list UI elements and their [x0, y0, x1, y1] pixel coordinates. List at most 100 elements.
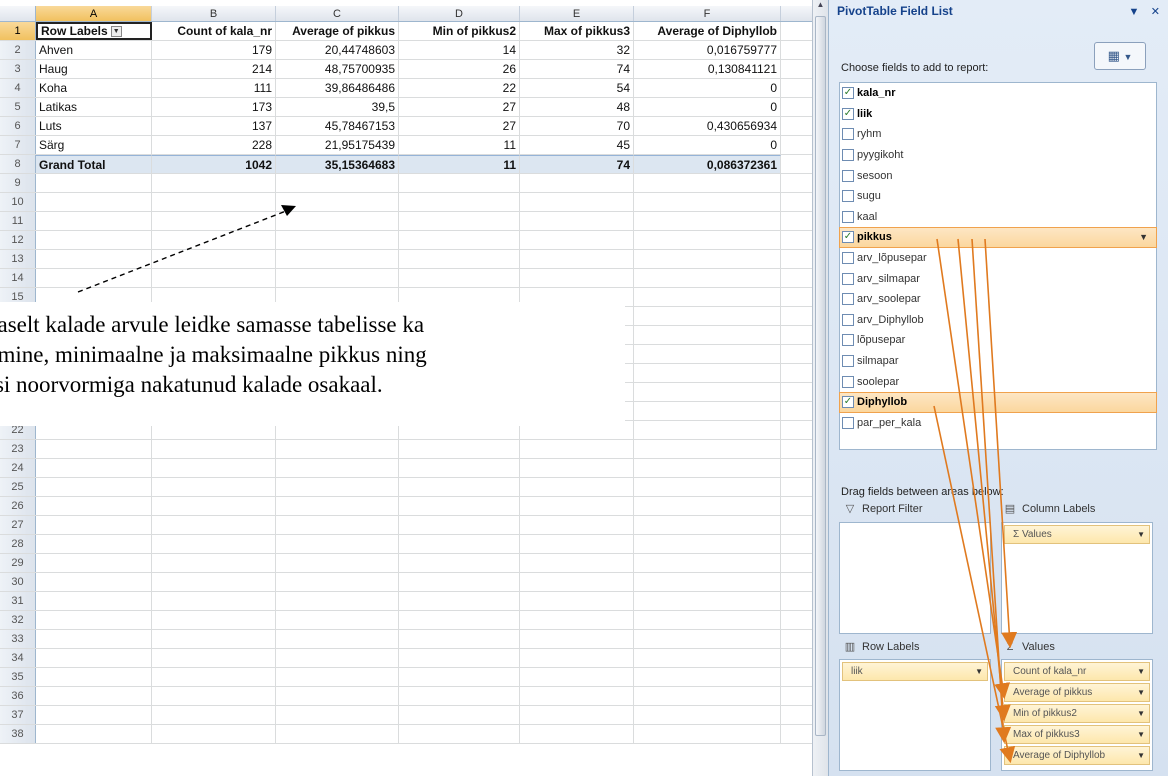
- empty-cell[interactable]: [520, 440, 634, 458]
- column-labels-zone[interactable]: Σ Values ▼: [1001, 522, 1153, 634]
- empty-cell[interactable]: [634, 383, 781, 401]
- empty-cell[interactable]: [520, 725, 634, 743]
- checkbox-icon[interactable]: [842, 416, 854, 429]
- sheet-vertical-scrollbar[interactable]: ▲: [812, 0, 828, 776]
- empty-cell[interactable]: [399, 440, 520, 458]
- value-field-pill[interactable]: Count of kala_nr ▼: [1004, 662, 1150, 681]
- table-cell[interactable]: 173: [152, 98, 276, 116]
- total-cell[interactable]: 0,086372361: [634, 155, 781, 173]
- scroll-up-arrow-icon[interactable]: ▲: [813, 0, 828, 14]
- empty-cell[interactable]: [276, 497, 399, 515]
- empty-cell[interactable]: [276, 630, 399, 648]
- table-cell[interactable]: Haug: [36, 60, 152, 78]
- empty-cell[interactable]: [399, 611, 520, 629]
- checkbox-icon[interactable]: [842, 375, 854, 388]
- row-number[interactable]: 26: [0, 497, 36, 515]
- empty-cell[interactable]: [634, 592, 781, 610]
- empty-cell[interactable]: [399, 573, 520, 591]
- empty-cell[interactable]: [36, 687, 152, 705]
- empty-cell[interactable]: [634, 554, 781, 572]
- total-cell[interactable]: Grand Total: [36, 155, 152, 173]
- empty-cell[interactable]: [634, 573, 781, 591]
- checkbox-icon[interactable]: [842, 210, 854, 223]
- column-header-b[interactable]: B: [152, 6, 276, 21]
- empty-cell[interactable]: [399, 554, 520, 572]
- table-cell[interactable]: Ahven: [36, 41, 152, 59]
- empty-cell[interactable]: [152, 649, 276, 667]
- empty-cell[interactable]: [399, 478, 520, 496]
- table-cell[interactable]: 45,78467153: [276, 117, 399, 135]
- row-number[interactable]: 11: [0, 212, 36, 230]
- empty-cell[interactable]: [152, 706, 276, 724]
- chevron-down-icon[interactable]: ▼: [975, 663, 983, 680]
- empty-cell[interactable]: [634, 516, 781, 534]
- empty-cell[interactable]: [634, 345, 781, 363]
- empty-cell[interactable]: [399, 459, 520, 477]
- empty-cell[interactable]: [634, 478, 781, 496]
- empty-cell[interactable]: [634, 250, 781, 268]
- empty-cell[interactable]: [399, 630, 520, 648]
- empty-cell[interactable]: [36, 573, 152, 591]
- empty-cell[interactable]: [36, 535, 152, 553]
- empty-cell[interactable]: [520, 269, 634, 287]
- empty-cell[interactable]: [152, 174, 276, 192]
- field-item[interactable]: pyygikoht: [840, 145, 1156, 166]
- field-item[interactable]: par_per_kala: [840, 413, 1156, 434]
- row-labels-zone[interactable]: liik ▼: [839, 659, 991, 771]
- checkbox-icon[interactable]: [842, 169, 854, 182]
- empty-cell[interactable]: [152, 459, 276, 477]
- empty-cell[interactable]: [520, 516, 634, 534]
- total-cell[interactable]: 74: [520, 155, 634, 173]
- empty-cell[interactable]: [276, 440, 399, 458]
- empty-cell[interactable]: [152, 687, 276, 705]
- table-cell[interactable]: 20,44748603: [276, 41, 399, 59]
- row-number[interactable]: 6: [0, 117, 36, 135]
- header-cell[interactable]: Max of pikkus3: [520, 22, 634, 40]
- empty-cell[interactable]: [399, 668, 520, 686]
- empty-cell[interactable]: [36, 554, 152, 572]
- empty-cell[interactable]: [276, 193, 399, 211]
- checked-checkbox-icon[interactable]: ✓: [842, 231, 854, 244]
- field-item[interactable]: arv_soolepar: [840, 289, 1156, 310]
- table-cell[interactable]: 214: [152, 60, 276, 78]
- empty-cell[interactable]: [634, 174, 781, 192]
- empty-cell[interactable]: [399, 193, 520, 211]
- empty-cell[interactable]: [399, 231, 520, 249]
- empty-cell[interactable]: [276, 725, 399, 743]
- table-cell[interactable]: 11: [399, 136, 520, 154]
- empty-cell[interactable]: [276, 649, 399, 667]
- checkbox-icon[interactable]: [842, 272, 854, 285]
- field-item[interactable]: arv_silmapar: [840, 268, 1156, 289]
- checkbox-icon[interactable]: [842, 355, 854, 368]
- empty-cell[interactable]: [520, 668, 634, 686]
- header-cell[interactable]: Average of pikkus: [276, 22, 399, 40]
- empty-cell[interactable]: [36, 706, 152, 724]
- empty-cell[interactable]: [520, 212, 634, 230]
- empty-cell[interactable]: [152, 573, 276, 591]
- checkbox-icon[interactable]: [842, 293, 854, 306]
- empty-cell[interactable]: [399, 497, 520, 515]
- empty-cell[interactable]: [276, 174, 399, 192]
- chevron-down-icon[interactable]: ▼: [1137, 705, 1145, 722]
- value-field-pill[interactable]: Average of pikkus ▼: [1004, 683, 1150, 702]
- table-cell[interactable]: 27: [399, 117, 520, 135]
- empty-cell[interactable]: [152, 231, 276, 249]
- chevron-down-icon[interactable]: ▼: [1137, 747, 1145, 764]
- empty-cell[interactable]: [520, 630, 634, 648]
- empty-cell[interactable]: [152, 269, 276, 287]
- empty-cell[interactable]: [634, 459, 781, 477]
- empty-cell[interactable]: [152, 497, 276, 515]
- empty-cell[interactable]: [520, 459, 634, 477]
- empty-cell[interactable]: [36, 212, 152, 230]
- table-cell[interactable]: 32: [520, 41, 634, 59]
- empty-cell[interactable]: [36, 174, 152, 192]
- field-list[interactable]: ✓ kala_nr ✓ liik ryhm pyygikoht sesoon sugu kaal…: [839, 82, 1157, 450]
- table-cell[interactable]: 48: [520, 98, 634, 116]
- field-item[interactable]: ✓ pikkus ▼: [839, 227, 1157, 248]
- empty-cell[interactable]: [634, 212, 781, 230]
- empty-cell[interactable]: [36, 611, 152, 629]
- report-filter-zone[interactable]: [839, 522, 991, 634]
- row-number[interactable]: 13: [0, 250, 36, 268]
- empty-cell[interactable]: [520, 611, 634, 629]
- empty-cell[interactable]: [152, 193, 276, 211]
